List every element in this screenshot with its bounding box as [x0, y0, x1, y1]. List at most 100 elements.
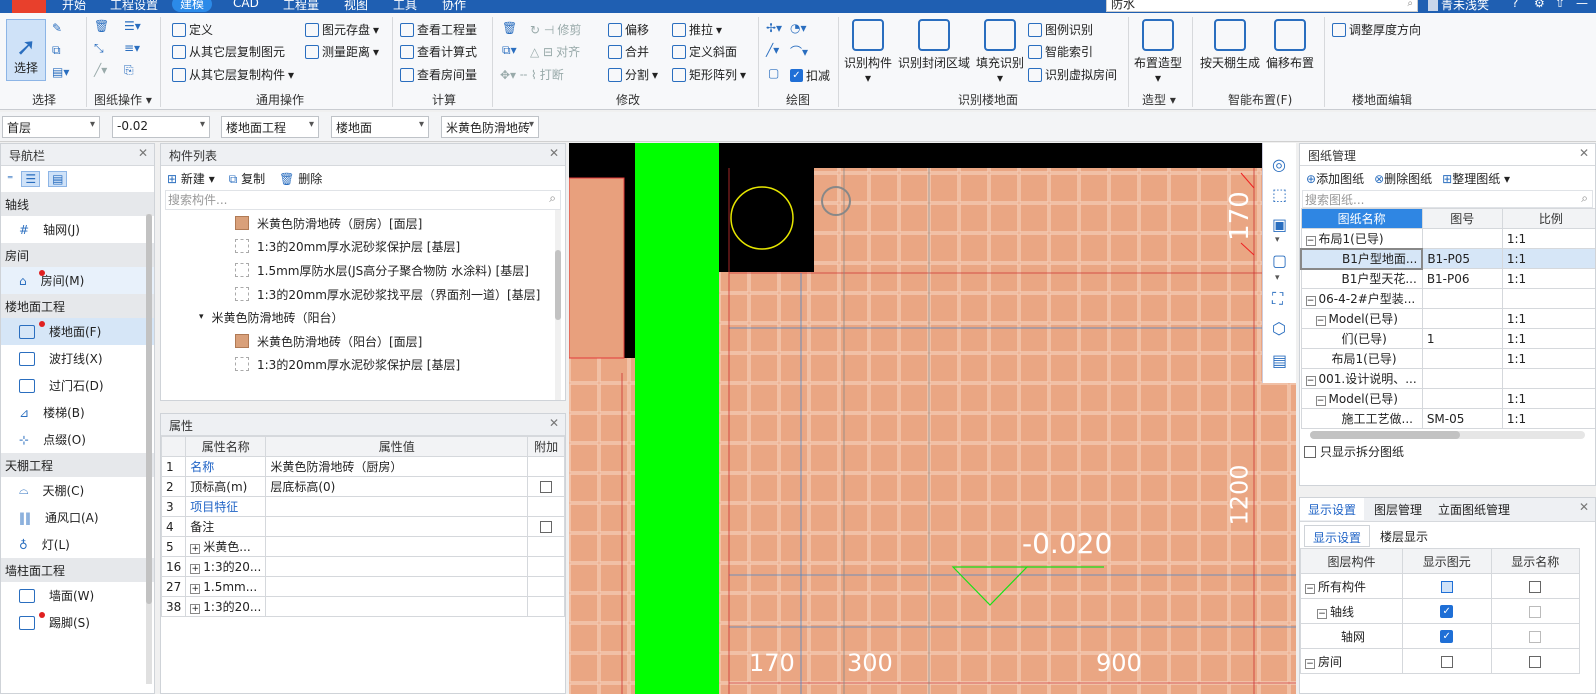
- drawing-h-scrollbar[interactable]: [1310, 431, 1585, 439]
- table-row[interactable]: 3 项目特征: [161, 496, 565, 517]
- nav-item-wall-surface[interactable]: 墙面(W): [1, 582, 154, 609]
- list-scrollbar[interactable]: [555, 210, 561, 400]
- attach-checkbox[interactable]: [540, 521, 553, 533]
- nav-item-accent[interactable]: ⊹ 点缀(O): [1, 426, 154, 453]
- delete-icon[interactable]: 🗑: [94, 19, 109, 33]
- minimize-icon[interactable]: —: [1576, 0, 1588, 10]
- tab-elevation-drawing[interactable]: 立面图纸管理: [1430, 498, 1518, 520]
- menu-modeling[interactable]: 建模: [172, 0, 213, 12]
- rect-array-button[interactable]: 矩形阵列 ▾: [672, 66, 746, 83]
- layout-shape-button[interactable]: 布置造型 ▾: [1134, 19, 1182, 85]
- group-drawing-ops-label[interactable]: 图纸操作 ▾: [94, 91, 152, 108]
- deduct-checkbox[interactable]: ✓ 扣减: [790, 67, 830, 84]
- show-name-checkbox[interactable]: [1529, 580, 1542, 593]
- chevron-down-icon[interactable]: ▾: [1275, 273, 1280, 283]
- nav-item-room[interactable]: ⌂ 房间(M): [1, 267, 154, 294]
- table-row[interactable]: 2 顶标高(m) 层底标高(0): [161, 476, 565, 497]
- list-item-group[interactable]: ▾ 米黄色防滑地砖（阳台）: [199, 306, 344, 328]
- nav-section-floor[interactable]: 楼地面工程: [1, 294, 154, 318]
- legend-recognize-button[interactable]: 图例识别: [1028, 21, 1093, 38]
- fit-screen-icon[interactable]: ⛶: [1272, 289, 1283, 309]
- nav-section-ceiling[interactable]: 天棚工程: [1, 453, 154, 477]
- view-formula-button[interactable]: 查看计算式: [400, 43, 477, 60]
- tab-layer-management[interactable]: 图层管理: [1366, 498, 1430, 520]
- menu-view[interactable]: 视图: [344, 0, 368, 13]
- line-draw-icon[interactable]: ╱▾: [766, 43, 779, 57]
- copy-from-floor-button[interactable]: 从其它层复制图元: [172, 43, 285, 60]
- nav-item-light[interactable]: ♁ 灯(L): [1, 531, 154, 558]
- collapse-icon[interactable]: −: [1305, 658, 1315, 669]
- show-element-checkbox[interactable]: ✓: [1440, 630, 1454, 643]
- copy-icon[interactable]: ⧉: [52, 43, 61, 58]
- scale-icon[interactable]: ⤡: [94, 41, 104, 56]
- collapse-icon[interactable]: −: [1305, 583, 1315, 594]
- table-row[interactable]: 27 +1.5mm...: [161, 576, 565, 597]
- nav-item-stairs[interactable]: ⊿ 楼梯(B): [1, 399, 154, 426]
- table-row[interactable]: − 房间: [1300, 648, 1580, 674]
- menu-project-settings[interactable]: 工程设置: [110, 0, 158, 13]
- table-row[interactable]: − 布局1(已导) 1:1: [1300, 228, 1595, 249]
- nav-item-skirting[interactable]: 踢脚(S): [1, 609, 154, 636]
- help-icon[interactable]: ?: [1512, 0, 1518, 10]
- table-row[interactable]: − 轴线 ✓: [1300, 598, 1580, 624]
- table-row[interactable]: −001.设计说明、...: [1300, 368, 1595, 389]
- nav-item-border-line[interactable]: 波打线(X): [1, 345, 154, 372]
- recognize-virtual-room-button[interactable]: 识别虚拟房间: [1028, 66, 1117, 83]
- rect-icon[interactable]: ▢: [768, 66, 779, 80]
- expand-icon[interactable]: +: [190, 564, 201, 574]
- collapse-icon[interactable]: −: [1315, 316, 1326, 326]
- component-select[interactable]: 米黄色防滑地砖: [441, 116, 539, 138]
- copy-component-button[interactable]: 从其它层复制构件 ▾: [172, 66, 294, 83]
- 3d-view-icon[interactable]: ⬚: [1272, 185, 1287, 204]
- point-icon[interactable]: ✢▾: [766, 21, 782, 35]
- stretch-button[interactable]: 推拉 ▾: [672, 21, 722, 38]
- delete-drawing-button[interactable]: ⊗删除图纸: [1374, 170, 1432, 187]
- nav-item-threshold-stone[interactable]: 过门石(D): [1, 372, 154, 399]
- fill-recognize-button[interactable]: 填充识别 ▾: [976, 19, 1024, 85]
- nav-item-floor-surface[interactable]: 楼地面(F): [1, 318, 154, 345]
- upload-icon[interactable]: ⇧: [1555, 0, 1565, 10]
- split-button[interactable]: 分割 ▾: [608, 66, 658, 83]
- show-element-checkbox[interactable]: ✓: [1440, 605, 1454, 618]
- nav-scrollbar[interactable]: [146, 214, 152, 684]
- list-item[interactable]: 1:3的20mm厚水泥砂浆找平层（界面剂一道）[基层]: [235, 283, 540, 305]
- search-box[interactable]: 防水 ⌕: [1106, 0, 1418, 12]
- delete-button[interactable]: 🗑 删除: [279, 170, 322, 187]
- view-quantity-button[interactable]: 查看工程量: [400, 21, 477, 38]
- filter-icon[interactable]: ▤▾: [52, 65, 69, 79]
- menu-tools[interactable]: 工具: [393, 0, 417, 13]
- table-row[interactable]: 布局1(已导) 1:1: [1300, 348, 1595, 369]
- select-tool-button[interactable]: ➚ 选择: [6, 19, 46, 81]
- delete-icon-modify[interactable]: 🗑: [502, 21, 517, 35]
- expand-icon[interactable]: +: [190, 544, 201, 554]
- table-row[interactable]: − 所有构件: [1300, 573, 1580, 599]
- organize-drawing-button[interactable]: ⊞整理图纸 ▾: [1442, 170, 1510, 187]
- close-icon[interactable]: ✕: [1579, 146, 1589, 160]
- detail-view-icon[interactable]: ▤: [48, 171, 68, 187]
- copy-button[interactable]: ⧉ 复制: [229, 170, 265, 187]
- orbit-icon[interactable]: ◎: [1272, 155, 1286, 174]
- save-element-button[interactable]: 图元存盘 ▾: [305, 21, 379, 38]
- table-row[interactable]: 38 +1:3的20...: [161, 596, 565, 617]
- list-view-icon[interactable]: ☰: [21, 171, 41, 187]
- define-button[interactable]: 定义: [172, 21, 213, 38]
- recognize-component-button[interactable]: 识别构件 ▾: [844, 19, 892, 85]
- nav-section-axis[interactable]: 轴线: [1, 192, 154, 216]
- settings-icon[interactable]: ⚙: [1534, 0, 1545, 10]
- drawing-canvas[interactable]: 170 1200 -0.020 170 300 900: [569, 143, 1296, 694]
- chevron-down-icon[interactable]: ▾: [1275, 235, 1280, 245]
- settings-list-icon[interactable]: ▤: [1272, 351, 1287, 370]
- nav-item-vent[interactable]: ‖‖ 通风口(A): [1, 504, 154, 531]
- new-button[interactable]: ⊞ 新建 ▾: [167, 170, 215, 187]
- table-row[interactable]: 施工工艺做... SM-05 1:1: [1300, 408, 1595, 429]
- list-item[interactable]: 1:3的20mm厚水泥砂浆保护层 [基层]: [235, 353, 460, 375]
- circle-icon[interactable]: ◔▾: [790, 21, 807, 35]
- collapse-icon[interactable]: ⁼: [7, 172, 13, 186]
- tab-display-settings[interactable]: 显示设置: [1300, 498, 1365, 520]
- table-row[interactable]: 16 +1:3的20...: [161, 556, 565, 577]
- collapse-icon[interactable]: −: [1305, 235, 1316, 246]
- show-element-checkbox[interactable]: [1440, 580, 1453, 593]
- pick-icon[interactable]: ✎: [52, 21, 62, 35]
- expand-icon[interactable]: +: [190, 583, 201, 594]
- add-drawing-button[interactable]: ⊕添加图纸: [1306, 170, 1364, 187]
